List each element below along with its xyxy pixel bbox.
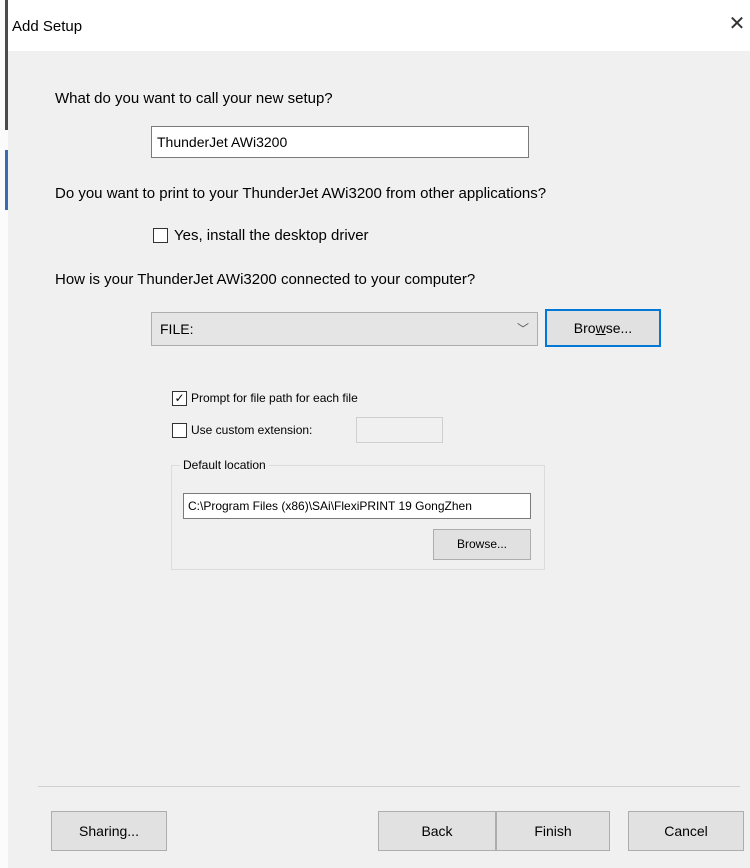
connection-question: How is your ThunderJet AWi3200 connected…	[55, 271, 476, 288]
custom-extension-checkbox[interactable]	[172, 423, 187, 438]
browse-label-accel: w	[595, 320, 606, 336]
custom-extension-input[interactable]	[356, 417, 443, 443]
prompt-file-path-label: Prompt for file path for each file	[191, 391, 358, 405]
desktop-driver-checkbox[interactable]	[153, 228, 168, 243]
custom-extension-label: Use custom extension:	[191, 423, 313, 437]
setup-name-question: What do you want to call your new setup?	[55, 90, 333, 107]
desktop-driver-label: Yes, install the desktop driver	[174, 227, 369, 244]
background-window-edge	[0, 0, 8, 868]
sharing-button[interactable]: Sharing...	[51, 811, 167, 851]
chevron-down-icon: ﹀	[516, 322, 529, 336]
footer-separator	[38, 786, 740, 787]
location-browse-button[interactable]: Browse...	[433, 529, 531, 560]
finish-button[interactable]: Finish	[496, 811, 610, 851]
connection-browse-button[interactable]: Browse...	[545, 309, 661, 347]
cancel-button[interactable]: Cancel	[628, 811, 744, 851]
connection-select[interactable]: FILE: ﹀	[151, 312, 538, 346]
window-title: Add Setup	[12, 18, 83, 35]
title-bar: Add Setup ✕	[8, 0, 750, 52]
close-icon[interactable]: ✕	[724, 9, 750, 39]
print-from-apps-question: Do you want to print to your ThunderJet …	[55, 185, 547, 202]
default-location-label: Default location	[180, 458, 269, 472]
browse-label-part: se...	[605, 320, 633, 336]
connection-select-value: FILE:	[160, 321, 194, 337]
setup-name-input[interactable]: ThunderJet AWi3200	[151, 126, 529, 158]
browse-label-part: Bro	[573, 320, 596, 336]
dialog-body: What do you want to call your new setup?…	[8, 51, 750, 868]
prompt-file-path-checkbox[interactable]: ✓	[172, 391, 187, 406]
default-location-input[interactable]: C:\Program Files (x86)\SAi\FlexiPRINT 19…	[183, 493, 531, 519]
back-button[interactable]: Back	[378, 811, 496, 851]
